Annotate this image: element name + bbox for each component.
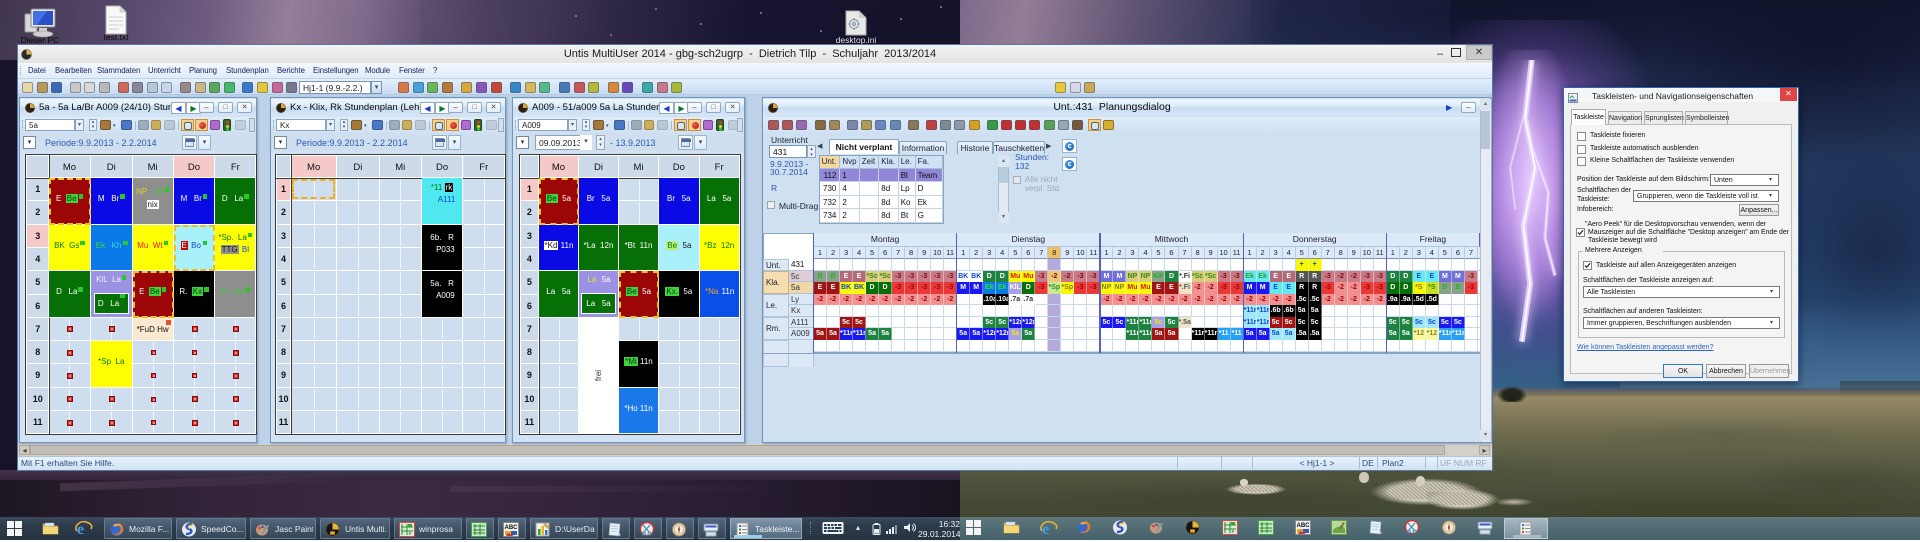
svg-text:ABC: ABC <box>1296 523 1310 529</box>
svg-text:ABC: ABC <box>505 525 519 531</box>
svg-text:P: P <box>1231 529 1234 534</box>
svg-text:P: P <box>409 531 412 536</box>
